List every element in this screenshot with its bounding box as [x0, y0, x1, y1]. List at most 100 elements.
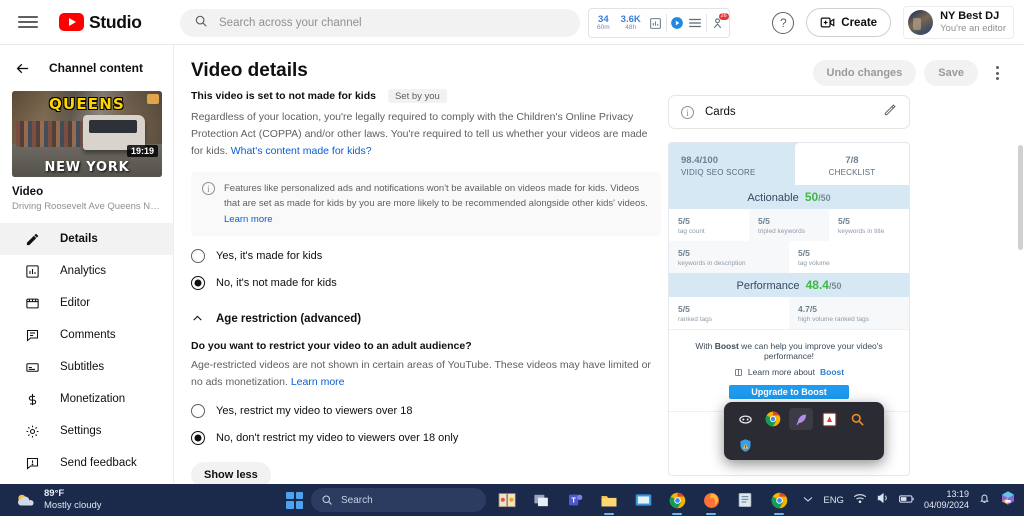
radio-age-restrict-yes[interactable]: Yes, restrict my video to viewers over 1… — [191, 403, 661, 418]
cards-panel[interactable]: i Cards — [668, 95, 910, 129]
age-restriction-learn-more-link[interactable]: Learn more — [291, 376, 345, 388]
performance-total: /50 — [828, 281, 842, 291]
sidebar-item-subtitles[interactable]: Subtitles — [0, 351, 173, 383]
age-restriction-label: Age restriction (advanced) — [216, 312, 362, 325]
whats-content-made-for-kids-link[interactable]: What's content made for kids? — [231, 145, 372, 157]
user-name: NY Best DJ — [940, 9, 1000, 22]
seo-cell-high-volume-ranked-tags[interactable]: 4.7/5 high volume ranked tags — [789, 297, 909, 329]
notepad-icon[interactable] — [732, 487, 758, 513]
weather-widget[interactable]: 89°F Mostly cloudy — [14, 488, 102, 512]
sidebar-item-monetization[interactable]: Monetization — [0, 383, 173, 415]
boost-learn-more-link[interactable]: Learn more about Boost — [679, 367, 899, 377]
scrollbar-thumb[interactable] — [1018, 145, 1023, 250]
help-icon[interactable]: ? — [772, 11, 795, 34]
sidebar-item-label-settings: Settings — [60, 425, 102, 437]
teams-icon[interactable]: T — [562, 487, 588, 513]
sidebar-item-settings[interactable]: Settings — [0, 415, 173, 447]
sidebar-item-analytics[interactable]: Analytics — [0, 255, 173, 287]
kids-learn-more-link[interactable]: Learn more — [224, 214, 273, 225]
radio-button-age-no[interactable] — [191, 430, 205, 445]
account-menu[interactable]: NY Best DJ You're an editor — [903, 5, 1014, 40]
vidiq-menu-icon[interactable] — [688, 16, 703, 31]
mail-icon[interactable] — [630, 487, 656, 513]
radio-button-no[interactable] — [191, 276, 205, 291]
search-input[interactable] — [219, 17, 559, 29]
taskbar-search[interactable]: Search — [311, 488, 486, 512]
chrome-icon[interactable] — [664, 487, 690, 513]
info-icon: i — [202, 182, 215, 195]
age-restriction-toggle[interactable]: Age restriction (advanced) — [191, 312, 661, 325]
upgrade-to-boost-button[interactable]: Upgrade to Boost — [729, 385, 849, 399]
back-to-channel-content[interactable]: Channel content — [0, 45, 173, 91]
copilot-icon[interactable] — [494, 487, 520, 513]
system-tray-overflow-popup[interactable] — [724, 402, 884, 460]
seo-cell-tag-count[interactable]: 5/5 tag count — [669, 209, 749, 241]
radio-button-yes[interactable] — [191, 249, 205, 264]
security-warning-icon[interactable] — [733, 434, 757, 456]
show-less-button[interactable]: Show less — [191, 461, 271, 484]
seo-score-value-row: 98.4/100 — [681, 151, 795, 166]
chrome-icon[interactable] — [761, 408, 785, 430]
vidiq-play-icon[interactable] — [670, 16, 685, 31]
seo-cell-keywords-in-title[interactable]: 5/5 keywords in title — [829, 209, 909, 241]
firefox-icon[interactable] — [698, 487, 724, 513]
windows-start-icon[interactable] — [286, 491, 303, 509]
seo-cell-tripled-keywords[interactable]: 5/5 tripled keywords — [748, 209, 829, 241]
sidebar-item-label-comments: Comments — [60, 329, 116, 341]
coppa-description: Regardless of your location, you're lega… — [191, 109, 661, 160]
vidiq-toolbar-widget[interactable]: 34 60m 3.6K 48h 26 — [588, 8, 730, 38]
app-icon[interactable] — [1000, 490, 1016, 511]
file-explorer-icon[interactable] — [596, 487, 622, 513]
clock-date: 04/09/2024 — [923, 500, 969, 510]
language-indicator[interactable]: ENG — [823, 495, 844, 506]
adobe-acrobat-icon[interactable] — [817, 408, 841, 430]
radio-age-restrict-no[interactable]: No, don't restrict my video to viewers o… — [191, 430, 661, 445]
divider-2 — [705, 14, 707, 32]
sidebar-item-label-analytics: Analytics — [60, 265, 107, 277]
hamburger-menu-icon[interactable] — [16, 13, 40, 31]
chevron-up-icon — [193, 315, 202, 321]
video-thumbnail[interactable]: QUEENS NEW YORK 19:19 — [12, 91, 162, 177]
search-magnifier-icon[interactable] — [845, 408, 869, 430]
channel-search-box[interactable] — [180, 9, 580, 37]
weather-temperature: 89°F — [44, 488, 65, 500]
chevron-up-icon[interactable] — [802, 495, 814, 506]
task-view-icon[interactable] — [528, 487, 554, 513]
cards-left: i Cards — [681, 105, 736, 119]
radio-made-for-kids-no[interactable]: No, it's not made for kids — [191, 276, 661, 291]
cards-edit-icon[interactable] — [883, 103, 897, 122]
page-scrollbar[interactable] — [1016, 45, 1024, 484]
wifi-icon[interactable] — [853, 491, 867, 509]
vidiq-chart-icon[interactable] — [648, 16, 663, 31]
age-restriction-description: Age-restricted videos are not shown in c… — [191, 357, 661, 391]
sidebar-item-label-monetization: Monetization — [60, 393, 126, 405]
chrome-icon-2[interactable] — [766, 487, 792, 513]
clock[interactable]: 13:19 04/09/2024 — [924, 489, 969, 511]
sidebar-item-editor[interactable]: Editor — [0, 287, 173, 319]
vidiq-notifications-icon[interactable]: 26 — [710, 12, 729, 31]
create-button[interactable]: Create — [806, 8, 892, 37]
studio-logo[interactable]: Studio — [59, 12, 142, 33]
more-options-icon[interactable] — [986, 62, 1008, 84]
sidebar-item-details[interactable]: Details — [0, 223, 173, 255]
feather-icon[interactable] — [789, 408, 813, 430]
seo-score-cell[interactable]: 98.4/100 VIDIQ SEO SCORE — [669, 143, 795, 185]
radio-made-for-kids-yes[interactable]: Yes, it's made for kids — [191, 249, 661, 264]
save-button[interactable]: Save — [924, 60, 978, 86]
seo-cell-tag-volume[interactable]: 5/5 tag volume — [789, 241, 909, 273]
battery-icon[interactable] — [899, 491, 915, 509]
seo-cell-keywords-in-description[interactable]: 5/5 keywords in description — [669, 241, 789, 273]
notification-icon[interactable] — [978, 491, 991, 509]
volume-icon[interactable] — [876, 491, 890, 509]
taskbar-center: Search T — [286, 487, 792, 513]
radio-button-age-yes[interactable] — [191, 403, 205, 418]
seo-checklist-cell[interactable]: 7/8 CHECKLIST — [795, 143, 909, 185]
thumbnail-overlay-bottom: NEW YORK — [44, 160, 130, 175]
feedback-icon — [22, 456, 42, 471]
sidebar-item-send-feedback[interactable]: Send feedback — [0, 447, 173, 479]
undo-changes-button[interactable]: Undo changes — [812, 60, 917, 86]
seo-cell-ranked-tags[interactable]: 5/5 ranked tags — [669, 297, 789, 329]
age-restriction-description-text: Age-restricted videos are not shown in c… — [191, 359, 651, 388]
sidebar-item-comments[interactable]: Comments — [0, 319, 173, 351]
vpn-icon[interactable] — [733, 408, 757, 430]
